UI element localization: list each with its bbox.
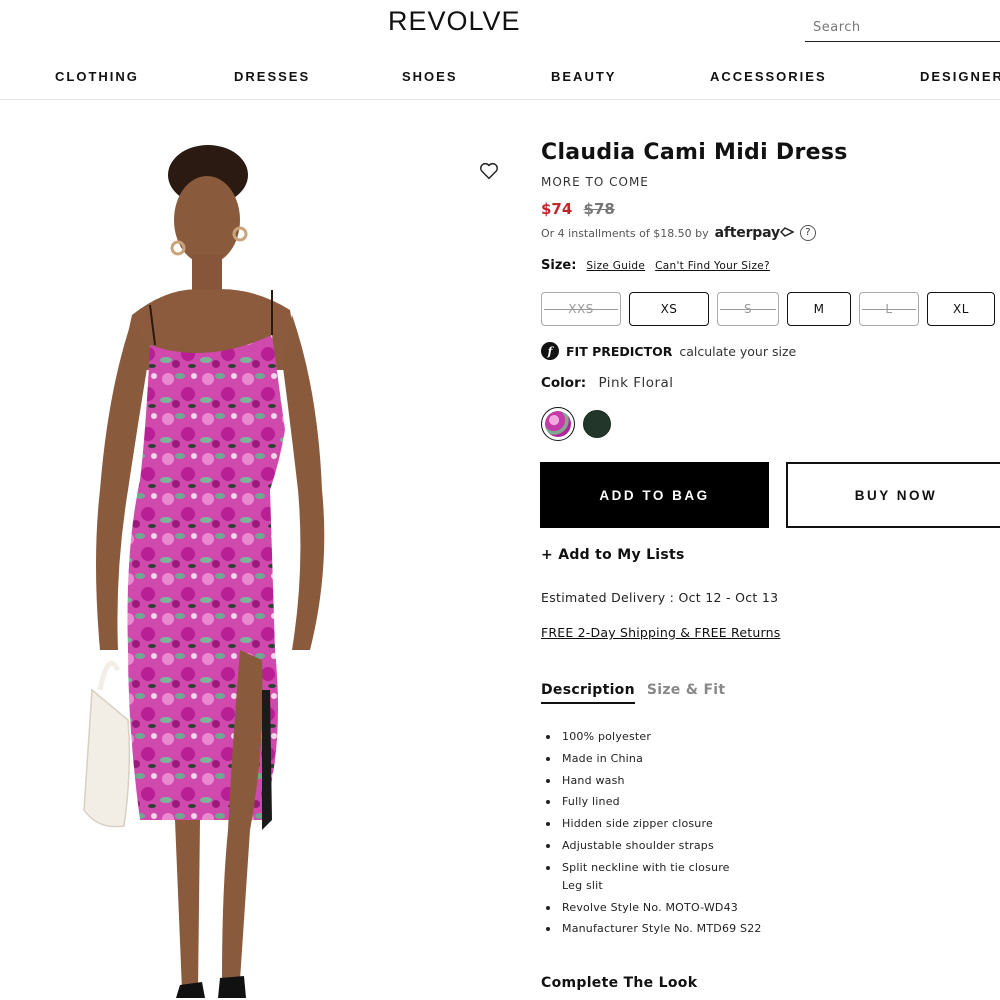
description-list: 100% polyester Made in China Hand wash F… — [541, 728, 762, 942]
fit-predictor[interactable]: f FIT PREDICTOR calculate your size — [541, 342, 796, 360]
color-label: Color: — [541, 375, 587, 391]
tab-description[interactable]: Description — [541, 682, 635, 704]
size-button-l[interactable]: L — [859, 292, 919, 326]
nav-item-clothing[interactable]: CLOTHING — [55, 69, 139, 84]
swatch-pink-floral[interactable] — [541, 407, 575, 441]
help-icon[interactable]: ? — [799, 225, 816, 241]
add-to-lists-link[interactable]: + Add to My Lists — [541, 547, 685, 563]
product-title: Claudia Cami Midi Dress — [541, 140, 848, 165]
price: $74 $78 — [541, 200, 615, 218]
fit-predictor-icon: f — [541, 342, 559, 360]
nav-item-dresses[interactable]: DRESSES — [234, 69, 310, 84]
cant-find-size-link[interactable]: Can't Find Your Size? — [655, 260, 770, 272]
estimated-delivery: Estimated Delivery : Oct 12 - Oct 13 — [541, 590, 779, 605]
swatch-pink-floral-fill — [545, 411, 571, 437]
complete-the-look-heading: Complete The Look — [541, 975, 698, 991]
search-input[interactable] — [805, 14, 1000, 42]
list-item: Split neckline with tie closure — [541, 859, 762, 877]
add-to-bag-button[interactable]: ADD TO BAG — [540, 462, 769, 528]
sale-price: $74 — [541, 200, 573, 218]
afterpay-logo: afterpay — [714, 225, 795, 241]
list-item: Made in China — [541, 750, 762, 768]
fit-predictor-label: FIT PREDICTOR — [566, 343, 673, 359]
size-guide-link[interactable]: Size Guide — [586, 260, 645, 272]
size-button-s[interactable]: S — [717, 292, 779, 326]
swatch-dark-green[interactable] — [583, 410, 611, 438]
list-item: 100% polyester — [541, 728, 762, 746]
nav-item-shoes[interactable]: SHOES — [402, 69, 458, 84]
color-value: Pink Floral — [598, 375, 674, 391]
list-item: Hidden side zipper closure — [541, 815, 762, 833]
nav-item-accessories[interactable]: ACCESSORIES — [710, 69, 827, 84]
list-item: Manufacturer Style No. MTD69 S22 — [541, 920, 762, 938]
size-button-xxs[interactable]: XXS — [541, 292, 621, 326]
list-item: Fully lined — [541, 793, 762, 811]
size-button-m[interactable]: M — [787, 292, 851, 326]
nav-item-beauty[interactable]: BEAUTY — [551, 69, 616, 84]
size-button-xs[interactable]: XS — [629, 292, 709, 326]
afterpay-icon — [779, 227, 795, 237]
fit-predictor-sub: calculate your size — [679, 343, 797, 359]
revolve-logo[interactable]: REVOLVE — [388, 6, 521, 37]
list-item: Adjustable shoulder straps — [541, 837, 762, 855]
afterpay-label: afterpay — [714, 225, 780, 241]
product-image[interactable] — [0, 130, 520, 1000]
heart-icon[interactable] — [478, 160, 500, 182]
size-label: Size: — [541, 258, 577, 273]
product-tabs: Description Size & Fit — [541, 682, 725, 704]
color-swatches — [541, 407, 611, 441]
size-selector: XXS XS S M L XL — [541, 292, 995, 326]
nav-item-designers[interactable]: DESIGNERS — [920, 69, 1000, 84]
buy-now-button[interactable]: BUY NOW — [786, 462, 1000, 528]
list-item: Leg slit — [562, 878, 603, 892]
tab-size-fit[interactable]: Size & Fit — [647, 682, 726, 704]
size-button-xl[interactable]: XL — [927, 292, 995, 326]
shipping-returns-link[interactable]: FREE 2-Day Shipping & FREE Returns — [541, 625, 780, 640]
installments: Or 4 installments of $18.50 by afterpay … — [541, 225, 816, 241]
color-row: Color: Pink Floral — [541, 375, 674, 391]
main-nav: CLOTHING DRESSES SHOES BEAUTY ACCESSORIE… — [0, 52, 1000, 100]
size-header: Size: Size Guide Can't Find Your Size? — [541, 258, 770, 273]
brand-link[interactable]: MORE TO COME — [541, 175, 649, 189]
installments-text: Or 4 installments of $18.50 by — [541, 226, 709, 240]
list-item: Hand wash — [541, 772, 762, 790]
list-item: Revolve Style No. MOTO-WD43 — [541, 899, 762, 917]
original-price: $78 — [583, 200, 615, 218]
